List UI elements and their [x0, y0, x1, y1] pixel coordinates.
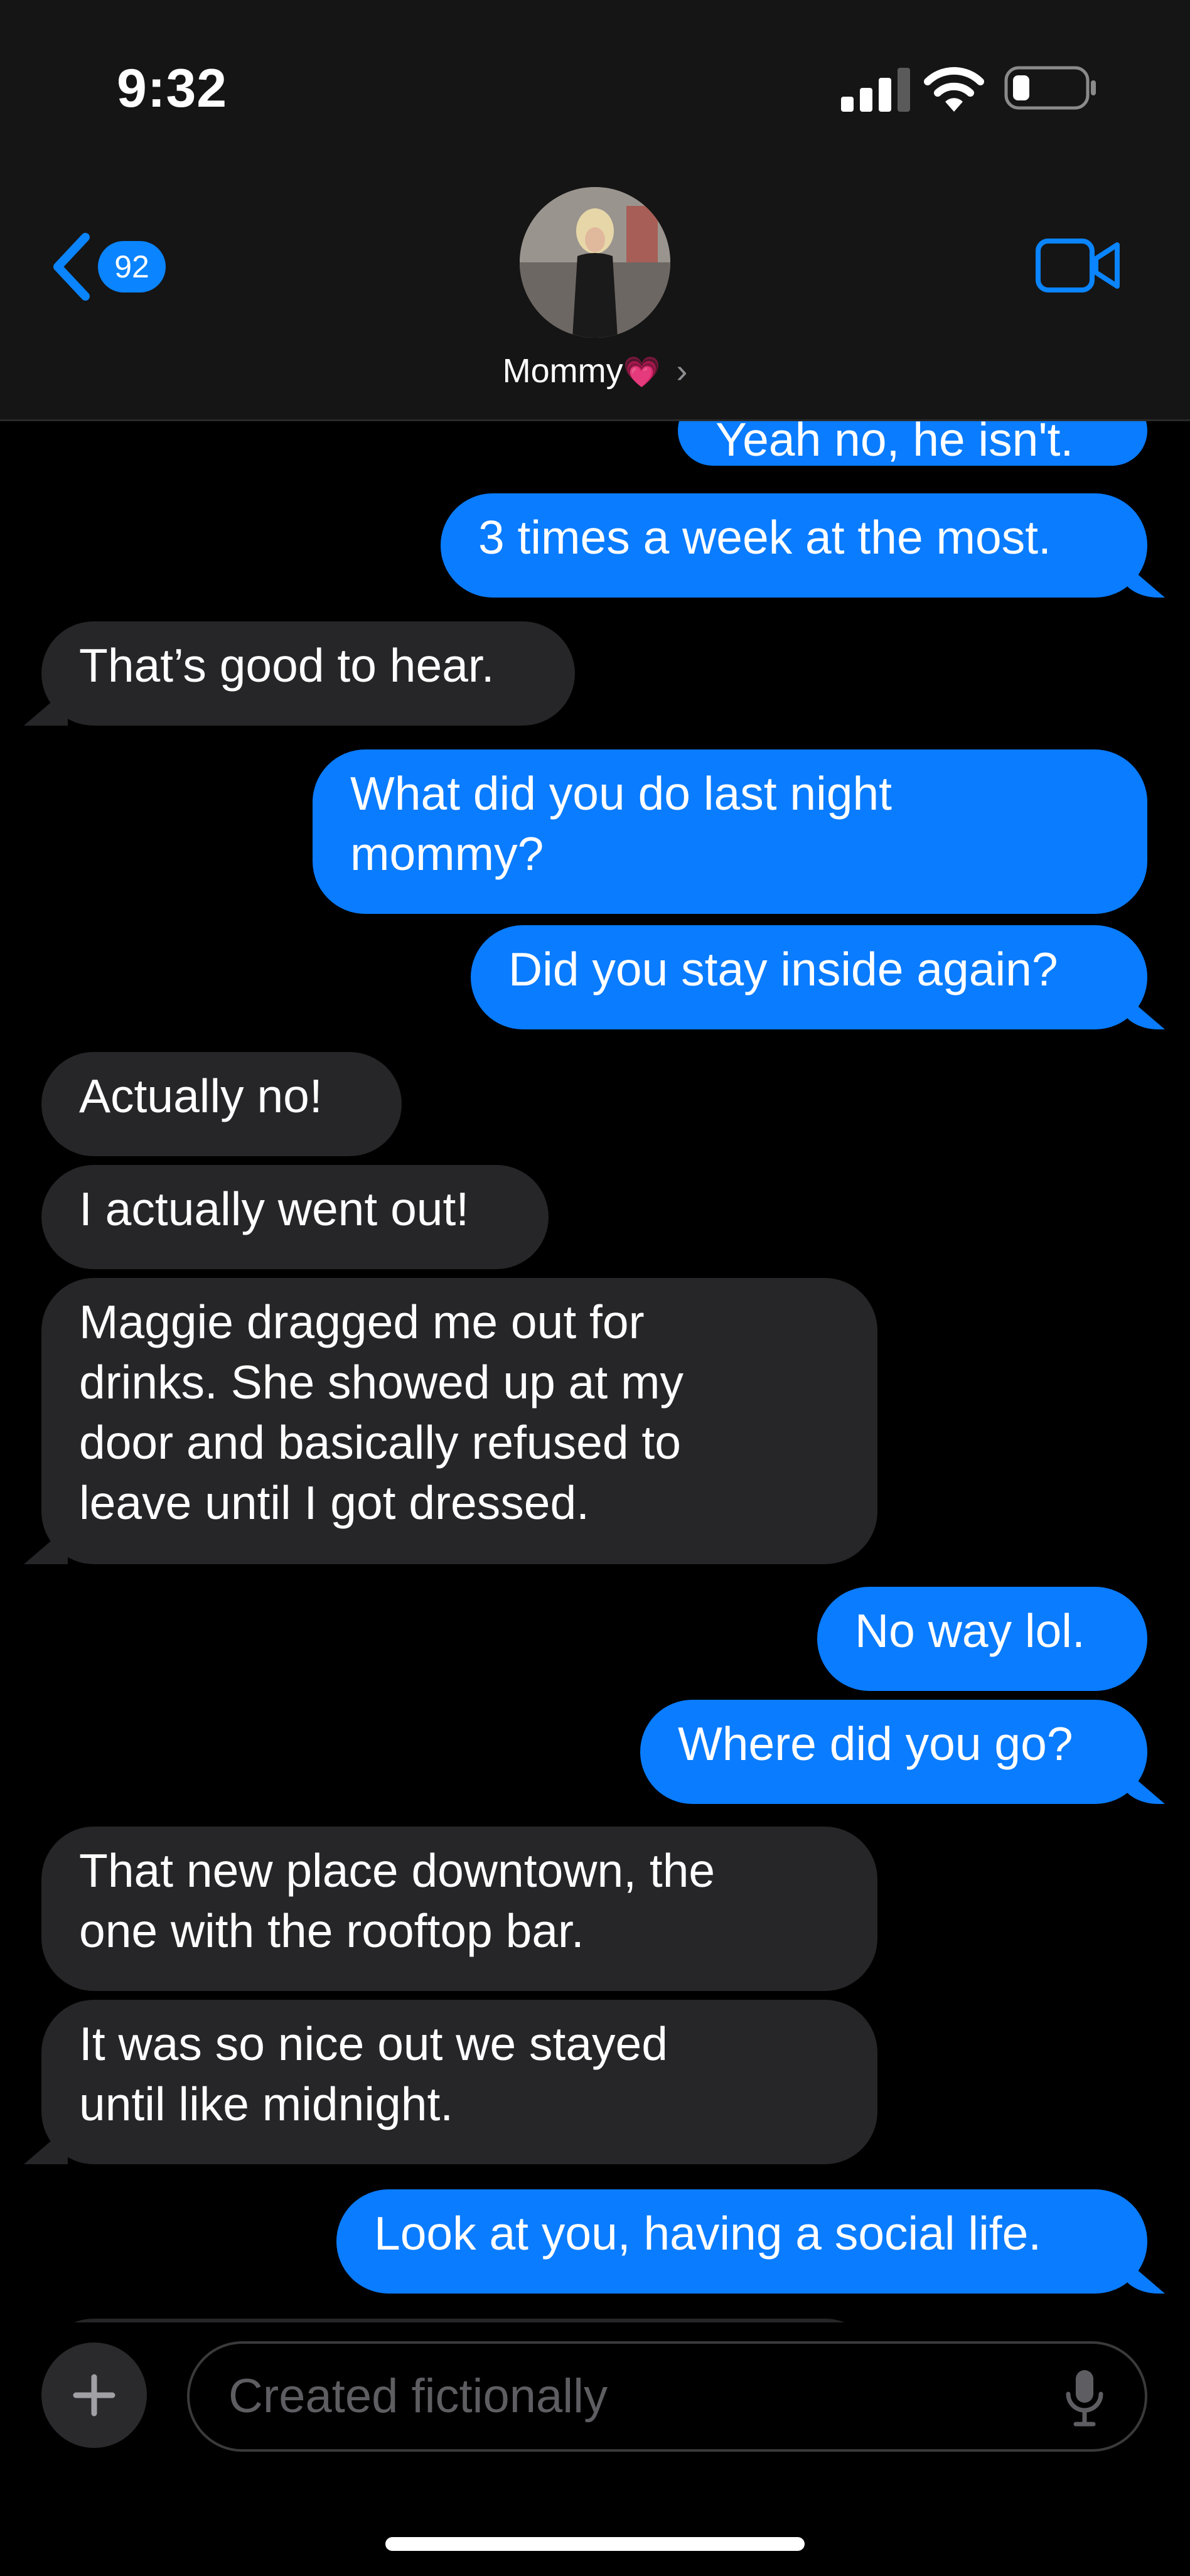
microphone-icon[interactable]	[1064, 2368, 1105, 2428]
status-time: 9:32	[117, 58, 228, 119]
message-bubble-received[interactable]: That new place downtown, the one with th…	[41, 1827, 877, 1991]
plus-icon	[73, 2374, 115, 2417]
wifi-icon	[924, 67, 984, 112]
contact-avatar[interactable]	[520, 187, 670, 338]
message-bubble-received[interactable]: It was so nice out we stayed until like …	[41, 2000, 877, 2164]
chevron-right-icon: ›	[676, 352, 688, 390]
avatar-photo	[520, 187, 670, 338]
home-indicator[interactable]	[385, 2537, 805, 2551]
message-bubble-received[interactable]: That’s good to hear.	[41, 621, 575, 726]
back-chevron-icon[interactable]	[49, 232, 93, 301]
video-camera-icon[interactable]	[1036, 237, 1121, 294]
message-bubble-sent[interactable]: Look at you, having a social life.	[336, 2189, 1147, 2294]
message-bubble-received[interactable]: Maggie dragged me out for drinks. She sh…	[41, 1278, 877, 1564]
cellular-signal-icon	[841, 68, 910, 112]
heart-emoji: 💗	[623, 356, 661, 389]
message-list[interactable]: Yeah no, he isn't. 3 times a week at the…	[0, 395, 1190, 2423]
message-bubble-sent[interactable]: 3 times a week at the most.	[441, 493, 1147, 598]
message-bubble-sent[interactable]: No way lol.	[817, 1587, 1147, 1691]
message-bubble-received[interactable]: I actually went out!	[41, 1165, 549, 1269]
message-bubble-received[interactable]: Actually no!	[41, 1052, 402, 1156]
add-attachment-button[interactable]	[41, 2343, 147, 2448]
message-input-placeholder: Created fictionally	[228, 2369, 608, 2423]
message-composer: Created fictionally	[0, 2322, 1190, 2576]
battery-icon	[1004, 66, 1096, 110]
contact-name-row[interactable]: Mommy💗 ›	[0, 352, 1190, 390]
message-bubble-sent[interactable]: Did you stay inside again?	[471, 925, 1147, 1029]
message-bubble-sent[interactable]: Where did you go?	[640, 1700, 1147, 1804]
contact-name: Mommy	[502, 352, 623, 390]
conversation-header: 9:32 92 Mommy💗 ›	[0, 0, 1190, 421]
unread-count-badge[interactable]: 92	[98, 241, 166, 292]
message-input[interactable]: Created fictionally	[187, 2341, 1147, 2452]
message-bubble-sent[interactable]: What did you do last night mommy?	[313, 749, 1147, 914]
